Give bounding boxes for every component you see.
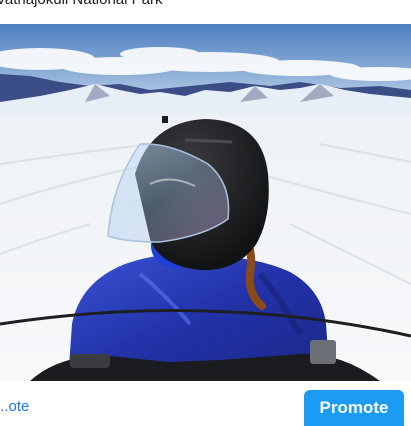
action-link[interactable]: ...ote xyxy=(0,398,29,415)
handlebar-grip xyxy=(70,354,110,368)
helmet-vent xyxy=(184,138,233,144)
location-label[interactable]: Vatnajökull National Park xyxy=(0,0,162,8)
distant-rider xyxy=(162,116,168,123)
post-photo[interactable] xyxy=(0,24,411,381)
post-photo-scene xyxy=(0,24,411,381)
promote-button[interactable]: Promote xyxy=(304,390,404,426)
handlebar-control xyxy=(310,340,336,364)
